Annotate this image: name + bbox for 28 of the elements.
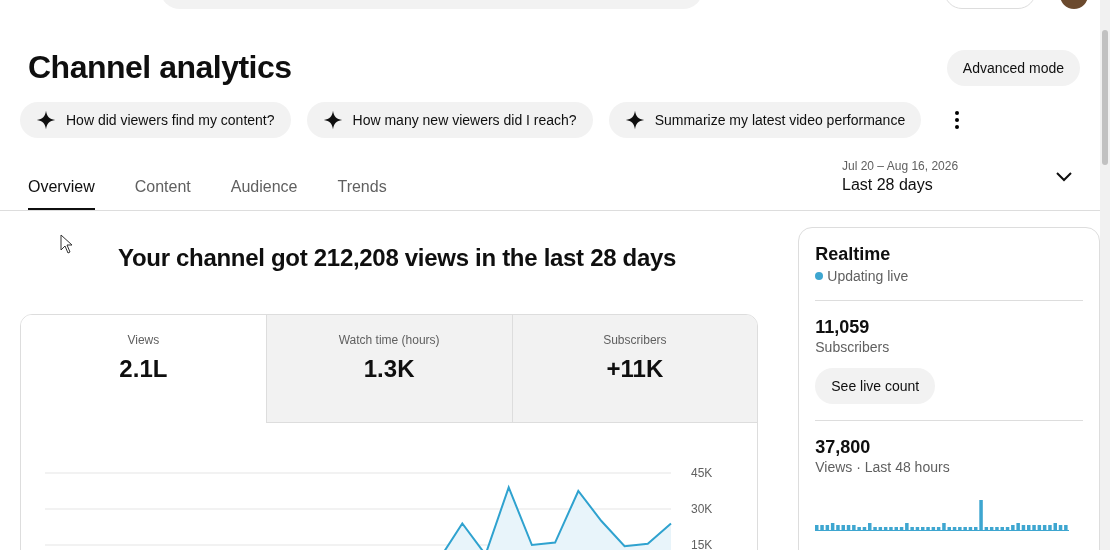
- see-live-count-button[interactable]: See live count: [815, 368, 936, 404]
- subscriber-count: 11,059: [815, 317, 871, 338]
- sparkle-icon: [36, 110, 56, 130]
- tab[interactable]: Content: [134, 178, 191, 210]
- tab[interactable]: Trends: [337, 178, 387, 210]
- metric-label: Views · Last 48 hours: [815, 459, 950, 475]
- status-text: Updating live: [827, 268, 909, 284]
- suggestion-chip[interactable]: How many new viewers did I reach?: [306, 102, 593, 138]
- card-title: Realtime: [815, 244, 892, 265]
- suggestion-chip[interactable]: Summarize my latest video performance: [608, 102, 922, 138]
- chevron-down-icon: [1056, 171, 1072, 182]
- live-dot: [815, 272, 824, 280]
- headline: Your channel got 212,208 views in the last 28 days: [118, 244, 678, 272]
- axis-label: 15K: [691, 538, 713, 550]
- metric-tab[interactable]: Subscribers +11K: [511, 315, 758, 423]
- advanced-mode-button[interactable]: Advanced mode: [946, 49, 1080, 86]
- view-count: 37,800: [815, 437, 872, 458]
- page-title: Channel analytics: [28, 49, 292, 86]
- date-range-select[interactable]: Jul 20 – Aug 16, 2026 Last 28 days: [842, 159, 1072, 194]
- mouse-pointer-icon: [60, 234, 74, 254]
- axis-label: 30K: [691, 502, 713, 516]
- tab[interactable]: Audience: [230, 178, 298, 210]
- scrollbar-thumb[interactable]: [1102, 30, 1108, 165]
- axis-label: 45K: [691, 466, 713, 480]
- tab[interactable]: Overview: [28, 178, 95, 210]
- metric-label: Subscribers: [815, 339, 890, 355]
- metric-tab[interactable]: Watch time (hours) 1.3K: [265, 315, 512, 423]
- suggestion-chip[interactable]: How did viewers find my content?: [20, 102, 291, 138]
